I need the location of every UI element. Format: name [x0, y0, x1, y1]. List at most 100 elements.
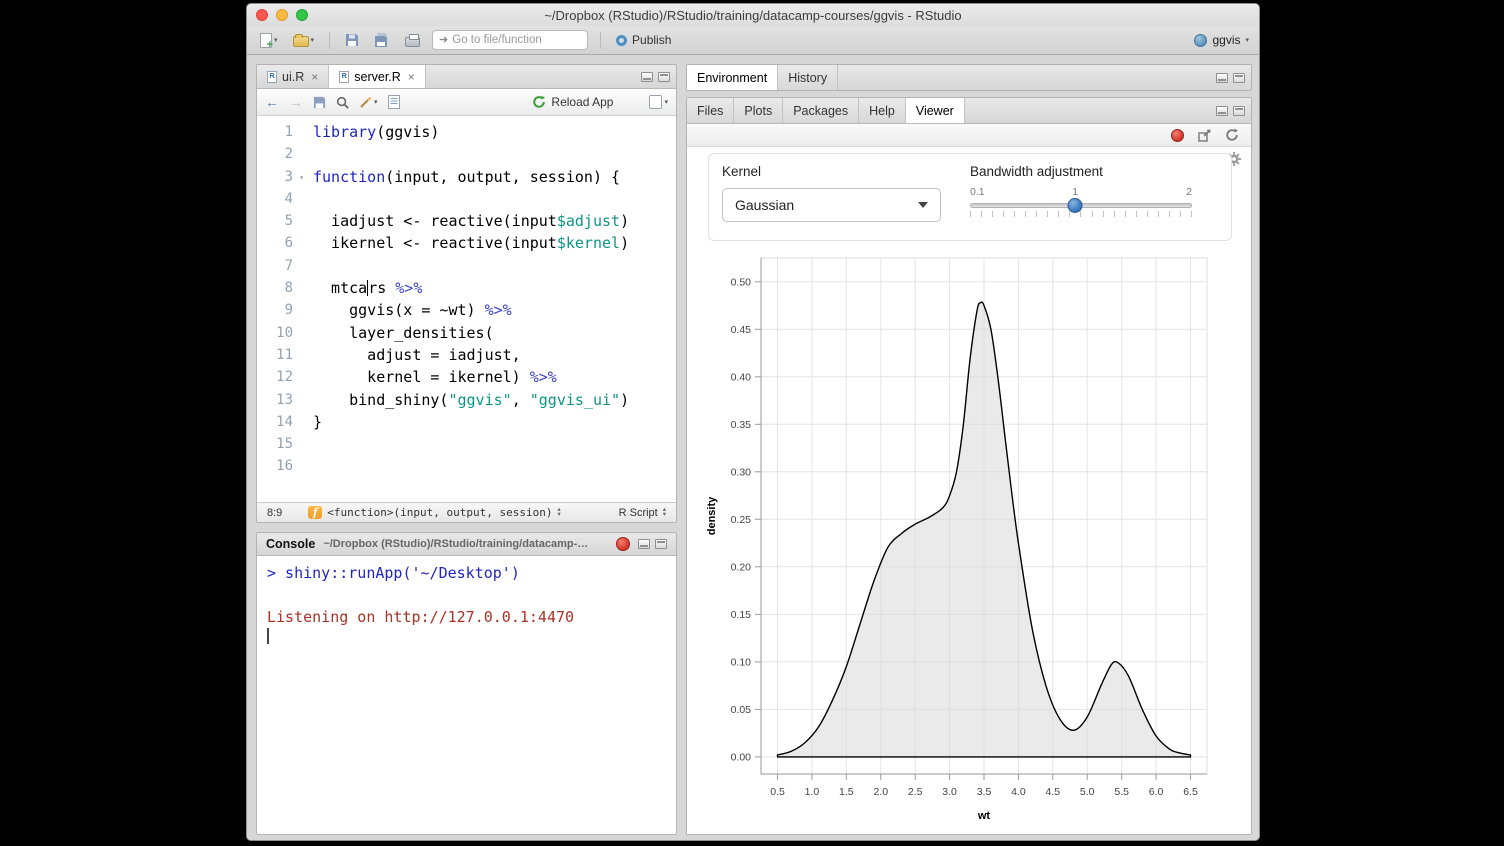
- back-icon[interactable]: ←: [265, 95, 279, 109]
- source-tabbar: Rui.R×Rserver.R×: [257, 65, 676, 89]
- line-number: 1: [257, 121, 293, 143]
- line-number: 15: [257, 433, 293, 455]
- goto-input[interactable]: [452, 34, 581, 46]
- code-text: }: [293, 411, 322, 433]
- forward-icon[interactable]: →: [289, 95, 303, 109]
- maximize-pane-icon[interactable]: [655, 539, 667, 549]
- tab-viewer[interactable]: Viewer: [906, 98, 965, 123]
- code-line[interactable]: 1library(ggvis): [257, 121, 676, 143]
- tab-packages[interactable]: Packages: [783, 98, 859, 123]
- compile-notebook-icon[interactable]: [388, 95, 400, 109]
- new-file-icon: [260, 33, 272, 48]
- up-down-icon: ▴▾: [663, 508, 666, 517]
- svg-text:0.20: 0.20: [731, 561, 752, 573]
- magic-wand-icon: [359, 96, 372, 109]
- tab-help[interactable]: Help: [859, 98, 906, 123]
- code-line[interactable]: 10 layer_densities(: [257, 322, 676, 344]
- stop-icon[interactable]: [616, 537, 630, 551]
- code-line[interactable]: 2: [257, 143, 676, 165]
- code-line[interactable]: 15: [257, 433, 676, 455]
- code-editor[interactable]: 1library(ggvis)23▾function(input, output…: [257, 116, 676, 502]
- svg-text:0.35: 0.35: [731, 419, 752, 431]
- line-number: 7: [257, 255, 293, 277]
- print-button[interactable]: [402, 32, 423, 49]
- search-icon[interactable]: [336, 96, 349, 109]
- refresh-icon[interactable]: [1225, 128, 1239, 142]
- project-menu[interactable]: ggvis ▾: [1194, 33, 1249, 47]
- source-options-button[interactable]: ▾: [649, 95, 668, 109]
- close-window-button[interactable]: [256, 9, 268, 21]
- code-text: iadjust <- reactive(input$adjust): [293, 210, 629, 232]
- code-text: [293, 188, 313, 210]
- slider-handle[interactable]: [1068, 198, 1083, 213]
- project-label: ggvis: [1212, 33, 1240, 47]
- zoom-window-button[interactable]: [296, 9, 308, 21]
- code-line[interactable]: 11 adjust = iadjust,: [257, 344, 676, 366]
- function-context-button[interactable]: <function>(input, output, session): [327, 506, 552, 519]
- chevron-down-icon: ▾: [274, 36, 278, 44]
- toolbar-separator: [600, 32, 601, 49]
- line-number: 14: [257, 411, 293, 433]
- fold-icon[interactable]: ▾: [299, 167, 304, 189]
- traffic-lights: [256, 9, 308, 21]
- minimize-window-button[interactable]: [276, 9, 288, 21]
- slider-track[interactable]: [970, 203, 1192, 208]
- project-icon: [1194, 34, 1207, 47]
- tab-ui-r[interactable]: Rui.R×: [257, 65, 329, 88]
- publish-button[interactable]: Publish: [613, 31, 674, 49]
- code-line[interactable]: 16: [257, 455, 676, 477]
- maximize-pane-icon[interactable]: [1233, 73, 1245, 83]
- code-line[interactable]: 9 ggvis(x = ~wt) %>%: [257, 299, 676, 321]
- minimize-pane-icon[interactable]: [1216, 106, 1228, 116]
- code-tools-button[interactable]: ▾: [359, 96, 378, 109]
- viewer-stop-icon[interactable]: [1171, 129, 1184, 142]
- code-line[interactable]: 5 iadjust <- reactive(input$adjust): [257, 210, 676, 232]
- window-titlebar[interactable]: ~/Dropbox (RStudio)/RStudio/training/dat…: [247, 4, 1259, 26]
- line-number: 16: [257, 455, 293, 477]
- editor-toolbar: ← → ▾ Reload App ▾: [257, 89, 676, 116]
- svg-text:5.5: 5.5: [1114, 786, 1129, 798]
- tab-server-r[interactable]: Rserver.R×: [329, 65, 426, 88]
- new-file-button[interactable]: ▾: [257, 31, 281, 50]
- code-line[interactable]: 14}: [257, 411, 676, 433]
- controls-panel: Kernel Gaussian Bandwidth adjustment 0.1…: [708, 153, 1232, 241]
- save-icon[interactable]: [313, 96, 326, 109]
- tab-label: Plots: [744, 104, 772, 118]
- console-title: Console: [266, 537, 315, 551]
- svg-text:2.0: 2.0: [873, 786, 888, 798]
- code-line[interactable]: 12 kernel = ikernel) %>%: [257, 366, 676, 388]
- tab-history[interactable]: History: [778, 65, 838, 90]
- code-line[interactable]: 6 ikernel <- reactive(input$kernel): [257, 232, 676, 254]
- minimize-pane-icon[interactable]: [641, 72, 653, 82]
- code-line[interactable]: 4: [257, 188, 676, 210]
- open-in-new-window-icon[interactable]: [1198, 129, 1211, 142]
- folder-icon: [293, 36, 309, 47]
- minimize-pane-icon[interactable]: [638, 539, 650, 549]
- doc-type-button[interactable]: R Script: [619, 507, 658, 519]
- tab-plots[interactable]: Plots: [734, 98, 783, 123]
- close-tab-icon[interactable]: ×: [408, 70, 415, 84]
- open-file-button[interactable]: ▾: [290, 32, 318, 49]
- tab-files[interactable]: Files: [687, 98, 734, 123]
- reload-app-button[interactable]: Reload App: [532, 95, 613, 109]
- goto-file-search[interactable]: ➜: [432, 30, 588, 50]
- code-text: [293, 255, 313, 277]
- code-text: [293, 433, 313, 455]
- maximize-pane-icon[interactable]: [658, 72, 670, 82]
- close-tab-icon[interactable]: ×: [311, 70, 318, 84]
- kernel-select[interactable]: Gaussian: [722, 188, 941, 222]
- minimize-pane-icon[interactable]: [1216, 73, 1228, 83]
- maximize-pane-icon[interactable]: [1233, 106, 1245, 116]
- tab-label: Files: [697, 104, 723, 118]
- console-output[interactable]: > shiny::runApp('~/Desktop') Listening o…: [257, 556, 676, 834]
- tab-environment[interactable]: Environment: [687, 65, 778, 90]
- save-all-button[interactable]: [371, 31, 393, 50]
- code-text: mtcars %>%: [293, 277, 422, 299]
- bandwidth-slider[interactable]: 0.1 1 2: [970, 186, 1192, 217]
- svg-text:2.5: 2.5: [908, 786, 923, 798]
- code-line[interactable]: 13 bind_shiny("ggvis", "ggvis_ui"): [257, 389, 676, 411]
- code-line[interactable]: 3▾function(input, output, session) {: [257, 166, 676, 188]
- save-button[interactable]: [342, 31, 362, 49]
- code-line[interactable]: 8 mtcars %>%: [257, 277, 676, 299]
- code-line[interactable]: 7: [257, 255, 676, 277]
